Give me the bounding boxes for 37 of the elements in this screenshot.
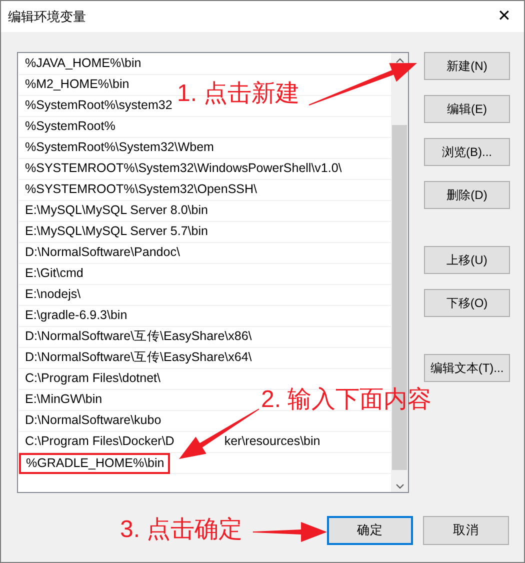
path-item-rest: ker\resources\bin [224, 433, 320, 450]
path-item[interactable]: %SystemRoot%\system32 [25, 96, 172, 116]
dialog-button[interactable]: 取消 [423, 516, 509, 545]
path-item[interactable]: %SystemRoot%\System32\Wbem [25, 138, 214, 158]
window-title: 编辑环境变量 [8, 8, 86, 26]
path-item[interactable]: D:\NormalSoftware\互传\EasyShare\x86\ [25, 327, 252, 347]
path-item[interactable]: E:\MySQL\MySQL Server 8.0\bin [25, 201, 208, 221]
path-item[interactable]: D:\NormalSoftware\互传\EasyShare\x64\ [25, 348, 252, 368]
side-button[interactable]: 上移(U) [424, 246, 510, 274]
path-item[interactable]: E:\Git\cmd [25, 264, 84, 284]
path-item[interactable]: %SYSTEMROOT%\System32\WindowsPowerShell\v1.0\ [25, 159, 342, 179]
path-item[interactable]: %JAVA_HOME%\bin [25, 54, 142, 74]
path-item[interactable]: E:\nodejs\ [25, 285, 81, 305]
path-item[interactable]: D:\NormalSoftware\Pandoc\ [25, 243, 180, 263]
path-item[interactable]: %M2_HOME%\bin [25, 75, 130, 95]
side-button[interactable]: 下移(O) [424, 289, 510, 317]
chevron-up-icon[interactable] [396, 58, 404, 63]
side-button[interactable]: 编辑(E) [424, 95, 510, 123]
path-item[interactable]: %GRADLE_HOME%\bin [19, 453, 170, 474]
annotation-text: 2. 输入下面内容 [261, 385, 432, 415]
close-button[interactable]: ✕ [484, 1, 524, 32]
path-item[interactable]: E:\MinGW\bin [25, 390, 102, 410]
path-item[interactable]: D:\NormalSoftware\kubo [25, 411, 162, 431]
path-item[interactable]: C:\Program Files\Docker\D [25, 432, 174, 452]
side-button[interactable]: 编辑文本(T)... [424, 354, 510, 382]
path-item[interactable]: E:\MySQL\MySQL Server 5.7\bin [25, 222, 208, 242]
path-item[interactable]: %SYSTEMROOT%\System32\OpenSSH\ [25, 180, 258, 200]
path-item[interactable]: E:\gradle-6.9.3\bin [25, 306, 128, 326]
path-item[interactable]: C:\Program Files\dotnet\ [25, 369, 160, 389]
annotation-text: 3. 点击确定 [120, 515, 243, 545]
path-item[interactable]: %SystemRoot% [25, 117, 116, 137]
side-button[interactable]: 浏览(B)... [424, 138, 510, 166]
dialog-button[interactable]: 确定 [327, 516, 413, 545]
side-button[interactable]: 新建(N) [424, 52, 510, 80]
side-button[interactable]: 删除(D) [424, 181, 510, 209]
chevron-down-icon[interactable] [396, 484, 404, 489]
annotation-text: 1. 点击新建 [177, 79, 300, 109]
